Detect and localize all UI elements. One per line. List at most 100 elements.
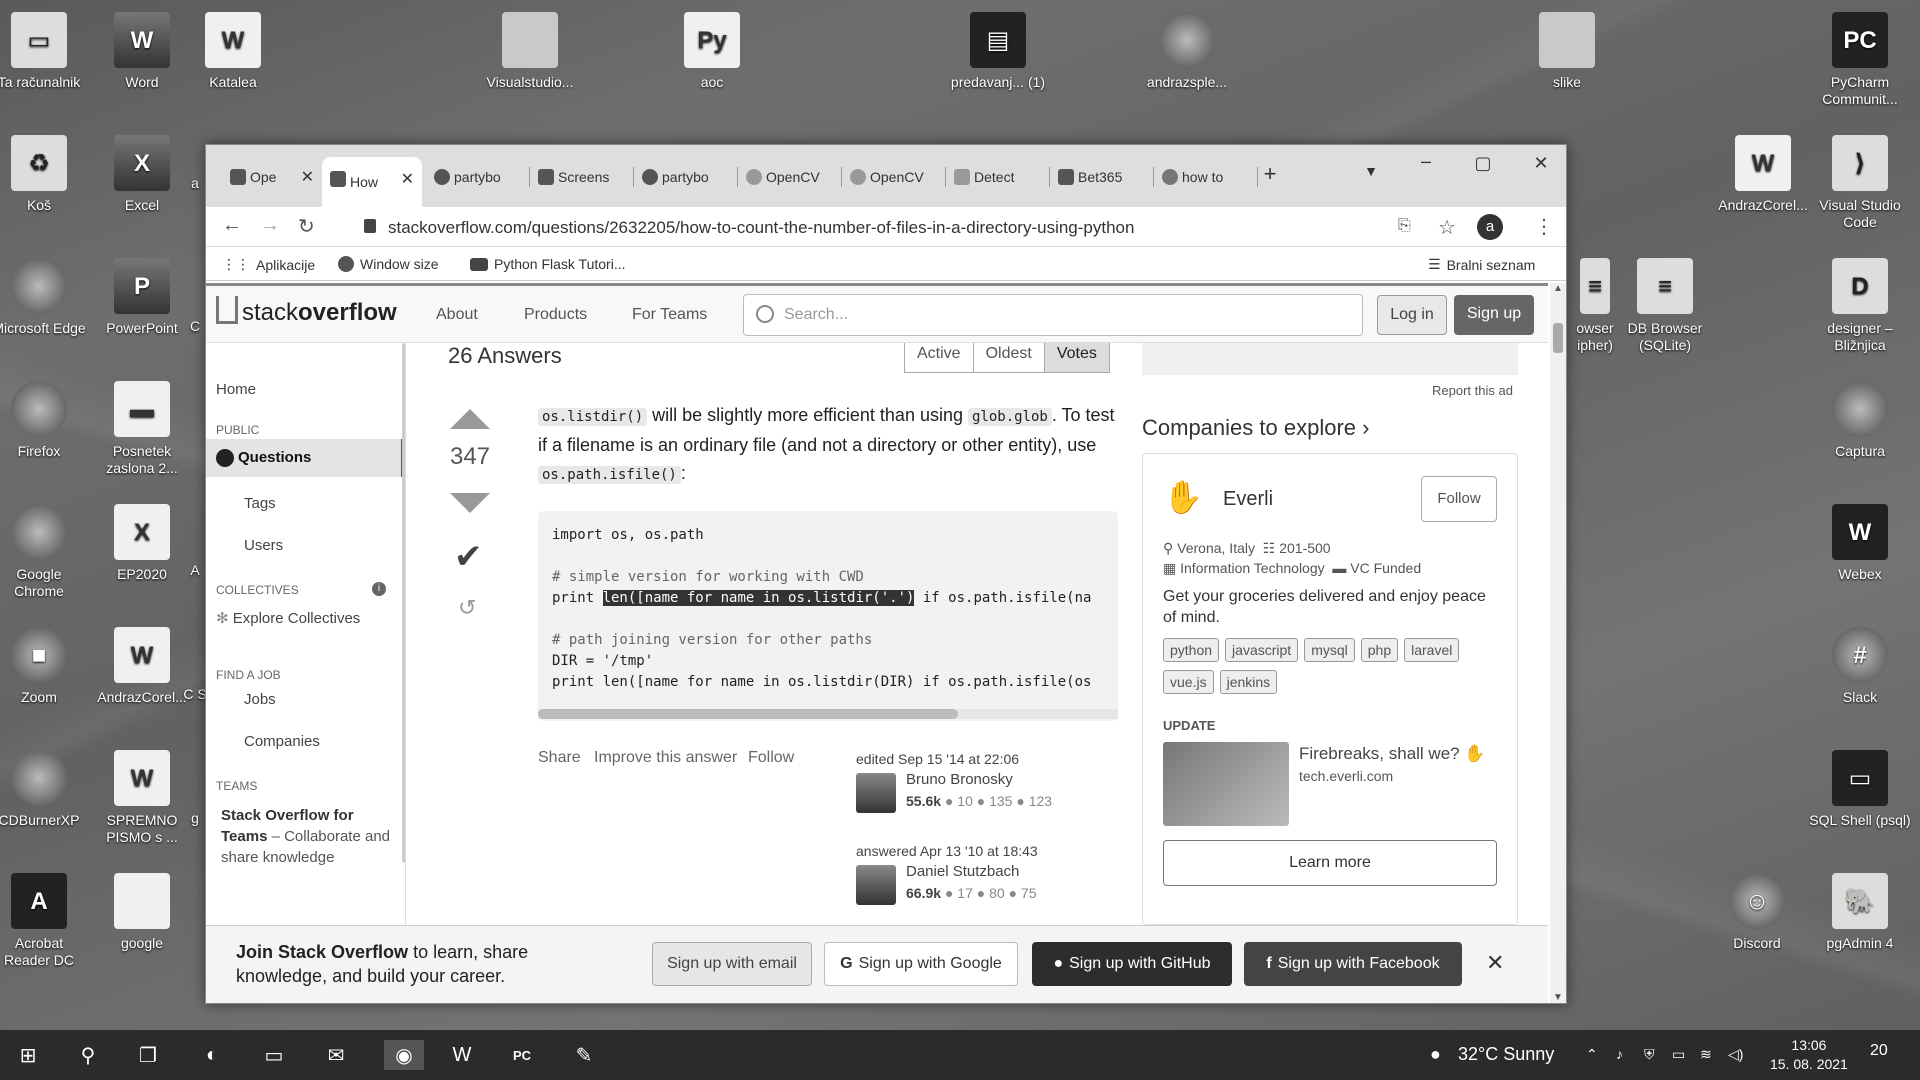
desktop-icon-word[interactable]: W Word bbox=[95, 12, 189, 91]
menu-dots-icon[interactable]: ⋮ bbox=[1534, 214, 1554, 239]
tab-item[interactable]: OpenCV bbox=[738, 159, 842, 195]
new-tab-button[interactable]: + bbox=[1255, 161, 1285, 187]
signup-github-button[interactable]: ● Sign up with GitHub bbox=[1032, 942, 1232, 986]
desktop-icon-vscode[interactable]: ⟩ Visual Studio Code bbox=[1804, 135, 1916, 231]
desktop-icon-andrazsple[interactable]: andrazsple... bbox=[1135, 12, 1239, 91]
window-close-icon[interactable]: ✕ bbox=[1526, 153, 1556, 174]
scroll-thumb[interactable] bbox=[1553, 323, 1563, 353]
update-title[interactable]: Firebreaks, shall we? ✋ bbox=[1299, 744, 1486, 764]
url-field[interactable]: stackoverflow.com/questions/2632205/how-… bbox=[346, 211, 1426, 243]
nav-companies[interactable]: Companies bbox=[244, 733, 320, 750]
info-icon[interactable]: i bbox=[372, 582, 386, 596]
desktop-icon-designer[interactable]: Ddesigner – Bližnjica bbox=[1804, 258, 1916, 354]
translate-icon[interactable]: ⎘ bbox=[1398, 217, 1411, 235]
tag-item[interactable]: laravel bbox=[1404, 638, 1460, 662]
code-scrollbar[interactable] bbox=[538, 709, 1118, 719]
task-view-icon[interactable]: ❐ bbox=[132, 1040, 164, 1070]
tab-search-icon[interactable]: ▼ bbox=[1356, 163, 1386, 179]
desktop-icon-pycharm[interactable]: PC PyCharm Communit... bbox=[1804, 12, 1916, 108]
upvote-icon[interactable] bbox=[450, 409, 490, 429]
weather-icon[interactable]: ● bbox=[1430, 1044, 1441, 1065]
sign-up-button[interactable]: Sign up bbox=[1454, 295, 1534, 335]
tray-chevron-icon[interactable]: ⌃ bbox=[1586, 1046, 1598, 1063]
nav-about[interactable]: About bbox=[436, 306, 478, 324]
tab-item[interactable]: how to bbox=[1154, 159, 1258, 195]
desktop-icon-aoc[interactable]: Py aoc bbox=[665, 12, 759, 91]
desktop-icon-discord[interactable]: ☺ Discord bbox=[1710, 873, 1804, 952]
desktop-icon-webex[interactable]: W Webex bbox=[1804, 504, 1916, 583]
history-icon[interactable]: ↺ bbox=[458, 595, 476, 621]
tab-item[interactable]: partybo bbox=[426, 159, 530, 195]
avatar[interactable] bbox=[856, 773, 896, 813]
desktop-icon-db-browser[interactable]: ≡ DB Browser (SQLite) bbox=[1615, 258, 1715, 354]
desktop-icon-visualstudio[interactable]: Visualstudio... bbox=[475, 12, 585, 91]
downvote-icon[interactable] bbox=[450, 493, 490, 513]
search-icon[interactable]: ⚲ bbox=[72, 1040, 104, 1070]
nav-users[interactable]: Users bbox=[244, 537, 283, 554]
sort-active[interactable]: Active bbox=[905, 343, 974, 372]
volume-icon[interactable]: ◁) bbox=[1728, 1046, 1743, 1063]
desktop-icon-excel[interactable]: X Excel bbox=[95, 135, 189, 214]
desktop-icon-recycle-bin[interactable]: ♻ Koš bbox=[0, 135, 86, 214]
desktop-icon-this-pc[interactable]: ▭ Ta računalnik bbox=[0, 12, 86, 91]
paint-taskbar-icon[interactable]: ✎ bbox=[568, 1040, 600, 1070]
desktop-icon-slike[interactable]: slike bbox=[1520, 12, 1614, 91]
teams-promo[interactable]: Stack Overflow for Teams – Collaborate a… bbox=[221, 805, 391, 868]
tab-item[interactable]: Screens bbox=[530, 159, 634, 195]
desktop-icon-andrazcorel-right[interactable]: W AndrazCorel... bbox=[1710, 135, 1816, 214]
improve-answer-link[interactable]: Improve this answer bbox=[594, 749, 737, 767]
sort-oldest[interactable]: Oldest bbox=[974, 343, 1045, 372]
bookmark-apps[interactable]: ⋮⋮ Aplikacije bbox=[222, 256, 315, 273]
nav-products[interactable]: Products bbox=[524, 306, 587, 324]
code-block[interactable]: import os, os.path # simple version for … bbox=[538, 511, 1118, 721]
tag-item[interactable]: javascript bbox=[1225, 638, 1299, 662]
editor-name[interactable]: Bruno Bronosky bbox=[906, 771, 1013, 788]
company-name[interactable]: Everli bbox=[1223, 488, 1273, 511]
reload-icon[interactable]: ↻ bbox=[298, 214, 315, 239]
notifications-icon[interactable]: 20 bbox=[1870, 1042, 1888, 1060]
nav-explore-collectives[interactable]: ✻ Explore Collectives bbox=[216, 609, 360, 627]
back-arrow-icon[interactable]: ← bbox=[222, 214, 242, 237]
desktop-icon-pgadmin[interactable]: 🐘 pgAdmin 4 bbox=[1804, 873, 1916, 952]
desktop-icon-cdburnerxp[interactable]: CDBurnerXP bbox=[0, 750, 86, 829]
answerer-name[interactable]: Daniel Stutzbach bbox=[906, 863, 1019, 880]
tag-item[interactable]: vue.js bbox=[1163, 670, 1214, 694]
signup-facebook-button[interactable]: f Sign up with Facebook bbox=[1244, 942, 1462, 986]
desktop-icon-firefox[interactable]: Firefox bbox=[0, 381, 86, 460]
signup-google-button[interactable]: G Sign up with Google bbox=[824, 942, 1018, 986]
tab-item-active[interactable]: How ✕ bbox=[322, 157, 422, 207]
tab-item[interactable]: partybo bbox=[634, 159, 738, 195]
learn-more-button[interactable]: Learn more bbox=[1163, 840, 1497, 886]
desktop-icon-zoom[interactable]: ■ Zoom bbox=[0, 627, 86, 706]
file-explorer-icon[interactable]: ▭ bbox=[258, 1040, 290, 1070]
companies-heading[interactable]: Companies to explore › bbox=[1142, 415, 1369, 441]
minimize-icon[interactable]: – bbox=[1411, 151, 1441, 172]
close-icon[interactable]: ✕ bbox=[401, 169, 414, 189]
tab-item[interactable]: Ope ✕ bbox=[222, 159, 322, 195]
wifi-icon[interactable]: ≋ bbox=[1700, 1046, 1712, 1063]
desktop-icon-screenshot[interactable]: ▬ Posnetek zaslona 2... bbox=[95, 381, 189, 477]
nav-tags[interactable]: Tags bbox=[244, 495, 276, 512]
search-input[interactable]: Search... bbox=[743, 294, 1363, 336]
log-in-button[interactable]: Log in bbox=[1377, 295, 1447, 335]
close-banner-icon[interactable]: ✕ bbox=[1486, 950, 1504, 976]
desktop-icon-predavanj[interactable]: ▤ predavanj... (1) bbox=[950, 12, 1046, 91]
battery-icon[interactable]: ▭ bbox=[1672, 1046, 1685, 1063]
tab-item[interactable]: Bet365 bbox=[1050, 159, 1154, 195]
forward-arrow-icon[interactable]: → bbox=[260, 214, 280, 237]
tab-item[interactable]: OpenCV bbox=[842, 159, 946, 195]
tag-item[interactable]: php bbox=[1360, 638, 1399, 662]
tag-item[interactable]: jenkins bbox=[1219, 670, 1278, 694]
nav-jobs[interactable]: Jobs bbox=[244, 691, 276, 708]
desktop-icon-powerpoint[interactable]: P PowerPoint bbox=[95, 258, 189, 337]
follow-link[interactable]: Follow bbox=[748, 749, 794, 767]
desktop-icon-andrazcorel[interactable]: W AndrazCorel... bbox=[95, 627, 189, 706]
pycharm-taskbar-icon[interactable]: PC bbox=[506, 1040, 538, 1070]
avatar[interactable] bbox=[856, 865, 896, 905]
security-icon[interactable]: ⛨ bbox=[1644, 1046, 1655, 1063]
nav-home[interactable]: Home bbox=[216, 381, 256, 398]
sort-votes[interactable]: Votes bbox=[1044, 343, 1109, 372]
desktop-icon-spremno[interactable]: W SPREMNO PISMO s ... bbox=[95, 750, 189, 846]
maximize-icon[interactable]: ▢ bbox=[1468, 153, 1498, 174]
desktop-icon-google[interactable]: google bbox=[95, 873, 189, 952]
